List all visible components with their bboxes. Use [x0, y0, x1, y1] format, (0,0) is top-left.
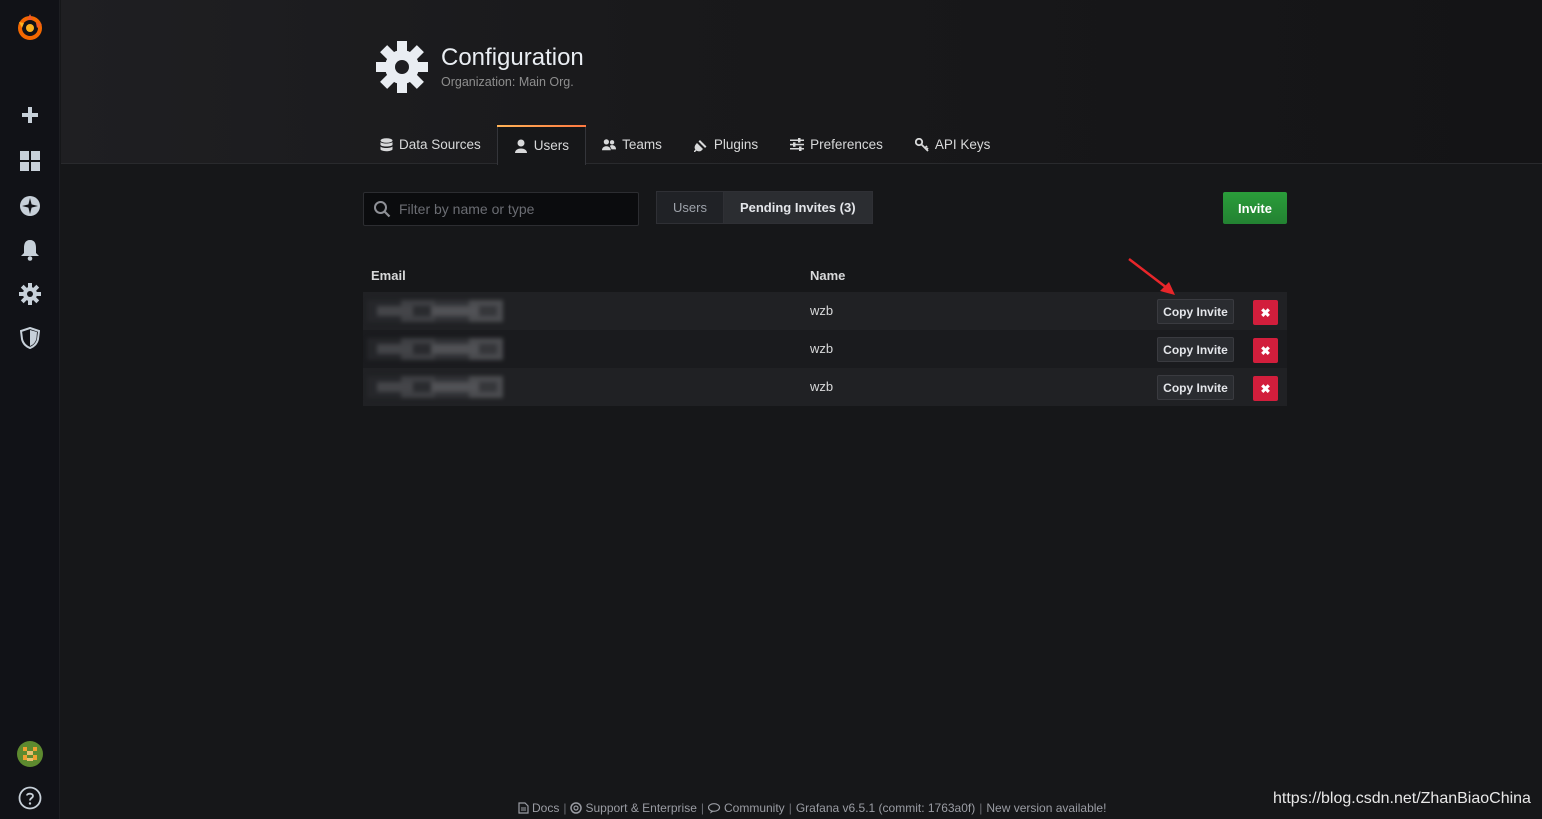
invite-name: wzb [810, 341, 834, 356]
footer-version: Grafana v6.5.1 (commit: 1763a0f) [795, 801, 976, 815]
footer-docs-link[interactable]: Docs [518, 801, 559, 815]
invite-button[interactable]: Invite [1223, 192, 1287, 224]
close-icon: ✖ [1260, 381, 1271, 396]
configuration-gear-icon[interactable] [14, 278, 46, 310]
explore-compass-icon[interactable] [14, 190, 46, 222]
tab-users[interactable]: Users [496, 125, 587, 165]
page-header: Configuration Organization: Main Org. Da… [61, 0, 1542, 165]
tab-label: Plugins [713, 137, 759, 152]
footer-separator: | [563, 801, 567, 815]
key-icon [914, 137, 929, 152]
watermark-url: https://blog.csdn.net/ZhanBiaoChina [1273, 790, 1531, 807]
toggle-pending-invites-button[interactable]: Pending Invites (3) [723, 191, 873, 224]
configuration-gear-icon [375, 40, 429, 94]
toggle-users-button[interactable]: Users [656, 191, 724, 224]
copy-invite-button[interactable]: Copy Invite [1157, 337, 1234, 362]
footer-new-version-link[interactable]: New version available! [986, 801, 1106, 815]
search-input[interactable] [391, 193, 638, 225]
delete-invite-button[interactable]: ✖ [1253, 300, 1278, 325]
tab-teams[interactable]: Teams [586, 125, 678, 164]
page-title: Configuration [441, 44, 584, 71]
tab-data-sources[interactable]: Data Sources [363, 125, 497, 164]
footer-support-label: Support & Enterprise [585, 801, 697, 815]
dashboards-icon[interactable] [14, 145, 46, 177]
close-icon: ✖ [1260, 343, 1271, 358]
alerting-bell-icon[interactable] [14, 234, 46, 266]
comments-icon [708, 802, 721, 813]
column-header-email: Email [371, 268, 406, 283]
support-icon [570, 802, 583, 814]
tab-label: API Keys [934, 137, 991, 152]
tab-label: Users [533, 138, 570, 153]
tab-plugins[interactable]: Plugins [678, 125, 774, 164]
tab-bar: Data Sources Users Teams Plugins Prefere… [363, 125, 1007, 165]
delete-invite-button[interactable]: ✖ [1253, 338, 1278, 363]
footer-separator: | [788, 801, 792, 815]
delete-invite-button[interactable]: ✖ [1253, 376, 1278, 401]
footer-separator: | [700, 801, 704, 815]
close-icon: ✖ [1260, 305, 1271, 320]
help-icon[interactable] [14, 782, 46, 814]
footer: Docs | Support & Enterprise | Community … [518, 801, 1106, 815]
column-header-name: Name [810, 268, 846, 283]
plus-icon[interactable] [14, 99, 46, 131]
user-icon [514, 139, 528, 153]
copy-invite-button[interactable]: Copy Invite [1157, 375, 1234, 400]
filter-search-box[interactable] [363, 192, 639, 226]
annotation-arrow-icon [1128, 258, 1175, 295]
plug-icon [693, 138, 708, 152]
footer-docs-label: Docs [532, 801, 560, 815]
copy-invite-button[interactable]: Copy Invite [1157, 299, 1234, 324]
sidebar [0, 0, 60, 819]
document-icon [518, 802, 529, 814]
server-admin-shield-icon[interactable] [14, 322, 46, 354]
user-avatar-icon[interactable] [14, 738, 46, 770]
invite-name: wzb [810, 379, 834, 394]
tab-label: Data Sources [399, 137, 481, 152]
redacted-email [367, 300, 503, 322]
grafana-logo-icon[interactable] [14, 11, 46, 43]
footer-separator: | [979, 801, 983, 815]
tab-label: Teams [622, 137, 662, 152]
page-subtitle: Organization: Main Org. [441, 75, 574, 89]
footer-community-link[interactable]: Community [708, 801, 785, 815]
redacted-email [367, 376, 503, 398]
users-icon [602, 138, 617, 152]
tab-label: Preferences [810, 137, 883, 152]
table-row: wzb Copy Invite ✖ [363, 330, 1287, 368]
tab-api-keys[interactable]: API Keys [899, 125, 1007, 164]
footer-support-link[interactable]: Support & Enterprise [570, 801, 697, 815]
footer-community-label: Community [724, 801, 785, 815]
database-icon [379, 137, 393, 152]
table-row: wzb Copy Invite ✖ [363, 368, 1287, 406]
redacted-email [367, 338, 503, 360]
users-invites-toggle: Users Pending Invites (3) [656, 191, 873, 224]
sliders-icon [790, 138, 805, 152]
tab-preferences[interactable]: Preferences [774, 125, 899, 164]
search-icon [373, 200, 391, 218]
grafana-app: Configuration Organization: Main Org. Da… [0, 0, 1542, 819]
invite-name: wzb [810, 303, 834, 318]
